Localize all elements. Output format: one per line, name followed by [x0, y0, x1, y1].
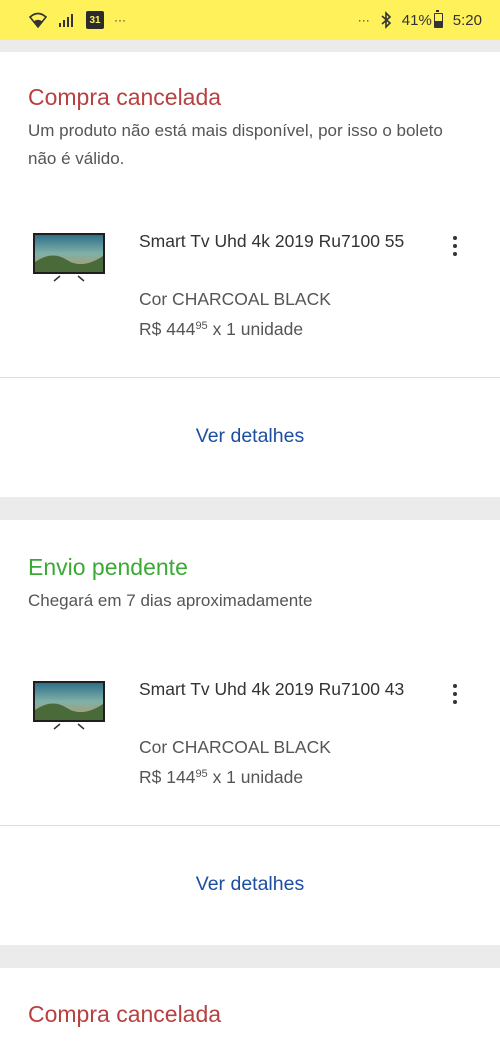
product-color: Cor CHARCOAL BLACK: [139, 737, 331, 757]
order-card: Compra cancelada Um produto não está mai…: [0, 52, 500, 497]
price-quantity: x 1 unidade: [212, 319, 304, 339]
product-price: R$ 14495 x 1 unidade: [139, 767, 303, 788]
status-bar-right: ··· 41% 5:20: [357, 9, 482, 29]
divider: [0, 377, 500, 378]
view-details-link[interactable]: Ver detalhes: [0, 425, 500, 448]
view-details-link[interactable]: Ver detalhes: [0, 873, 500, 896]
price-amount: R$ 444: [139, 319, 196, 339]
order-card: Compra cancelada: [0, 968, 500, 1048]
order-card: Envio pendente Chegará em 7 dias aproxim…: [0, 520, 500, 945]
signal-icon: [58, 12, 76, 28]
battery-icon: [433, 9, 443, 28]
calendar-icon: 31: [86, 11, 104, 29]
price-amount: R$ 144: [139, 767, 196, 787]
order-status-description: Chegará em 7 dias aproximadamente: [28, 591, 313, 610]
wifi-icon: [28, 11, 48, 29]
product-item[interactable]: Smart Tv Uhd 4k 2019 Ru7100 55 Cor CHARC…: [0, 212, 500, 352]
product-thumbnail: [32, 680, 106, 730]
order-status-description: Um produto não está mais disponível, por…: [28, 121, 443, 168]
status-more-icon: ···: [357, 13, 370, 27]
price-cents: 95: [195, 768, 208, 780]
divider: [0, 825, 500, 826]
more-options-icon[interactable]: [445, 232, 465, 260]
notification-more-icon: ···: [114, 13, 126, 27]
status-bar-left: 31 ···: [28, 11, 126, 29]
product-color: Cor CHARCOAL BLACK: [139, 289, 331, 309]
clock: 5:20: [452, 11, 482, 29]
order-status-title: Envio pendente: [28, 554, 188, 580]
more-options-icon[interactable]: [445, 680, 465, 708]
order-status-title: Compra cancelada: [28, 1001, 222, 1027]
product-title: Smart Tv Uhd 4k 2019 Ru7100 55: [139, 231, 405, 251]
product-title: Smart Tv Uhd 4k 2019 Ru7100 43: [139, 679, 405, 699]
battery-percent: 41%: [401, 11, 432, 29]
status-bar: 31 ··· ··· 41% 5:20: [0, 0, 500, 40]
product-item[interactable]: Smart Tv Uhd 4k 2019 Ru7100 43 Cor CHARC…: [0, 660, 500, 800]
price-cents: 95: [195, 320, 208, 332]
product-price: R$ 44495 x 1 unidade: [139, 319, 303, 340]
price-quantity: x 1 unidade: [212, 767, 304, 787]
order-status-title: Compra cancelada: [28, 84, 222, 110]
product-thumbnail: [32, 232, 106, 282]
bluetooth-icon: [380, 11, 392, 29]
